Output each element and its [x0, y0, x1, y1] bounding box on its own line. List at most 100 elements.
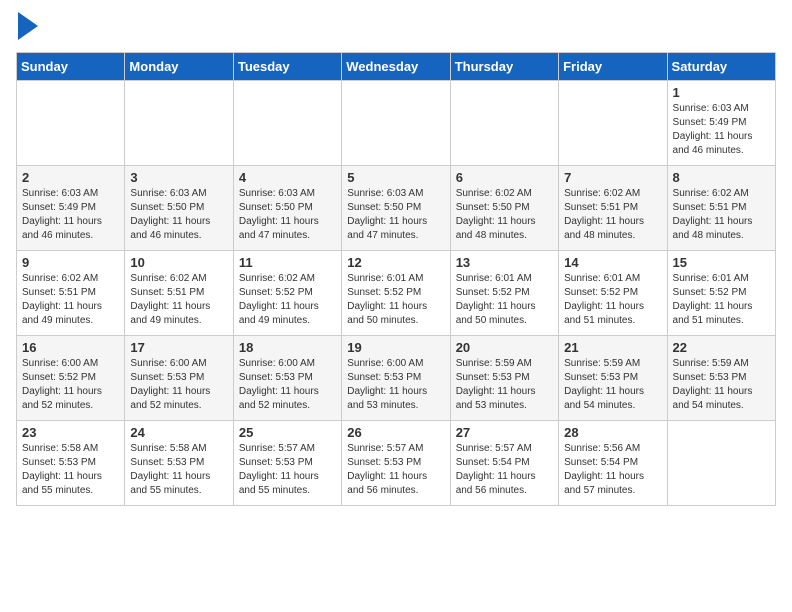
calendar-week-row: 9 Sunrise: 6:02 AM Sunset: 5:51 PM Daylig…	[17, 251, 776, 336]
calendar-cell: 2 Sunrise: 6:03 AM Sunset: 5:49 PM Daylig…	[17, 166, 125, 251]
day-number: 7	[564, 170, 661, 185]
day-number: 17	[130, 340, 227, 355]
day-info: Sunrise: 6:02 AM Sunset: 5:52 PM Dayligh…	[239, 272, 336, 328]
page-header	[16, 16, 776, 40]
day-number: 26	[347, 425, 444, 440]
calendar-cell: 27 Sunrise: 5:57 AM Sunset: 5:54 PM Dayli…	[450, 421, 558, 506]
day-number: 28	[564, 425, 661, 440]
calendar-cell: 18 Sunrise: 6:00 AM Sunset: 5:53 PM Dayli…	[233, 336, 341, 421]
day-info: Sunrise: 6:03 AM Sunset: 5:49 PM Dayligh…	[673, 102, 770, 158]
day-info: Sunrise: 5:57 AM Sunset: 5:54 PM Dayligh…	[456, 442, 553, 498]
day-info: Sunrise: 6:03 AM Sunset: 5:49 PM Dayligh…	[22, 187, 119, 243]
calendar-cell	[450, 81, 558, 166]
day-info: Sunrise: 5:57 AM Sunset: 5:53 PM Dayligh…	[347, 442, 444, 498]
day-number: 13	[456, 255, 553, 270]
day-info: Sunrise: 5:59 AM Sunset: 5:53 PM Dayligh…	[456, 357, 553, 413]
calendar-cell: 26 Sunrise: 5:57 AM Sunset: 5:53 PM Dayli…	[342, 421, 450, 506]
day-number: 5	[347, 170, 444, 185]
calendar-cell	[17, 81, 125, 166]
calendar-week-row: 2 Sunrise: 6:03 AM Sunset: 5:49 PM Daylig…	[17, 166, 776, 251]
calendar-week-row: 16Sunrise: 6:00 AM Sunset: 5:52 PM Dayli…	[17, 336, 776, 421]
day-number: 11	[239, 255, 336, 270]
logo	[16, 16, 38, 40]
day-info: Sunrise: 5:59 AM Sunset: 5:53 PM Dayligh…	[673, 357, 770, 413]
day-info: Sunrise: 5:58 AM Sunset: 5:53 PM Dayligh…	[22, 442, 119, 498]
calendar-cell: 9Sunrise: 6:02 AM Sunset: 5:51 PM Daylig…	[17, 251, 125, 336]
day-info: Sunrise: 6:01 AM Sunset: 5:52 PM Dayligh…	[456, 272, 553, 328]
calendar-cell: 4 Sunrise: 6:03 AM Sunset: 5:50 PM Daylig…	[233, 166, 341, 251]
calendar-cell: 6 Sunrise: 6:02 AM Sunset: 5:50 PM Daylig…	[450, 166, 558, 251]
day-info: Sunrise: 6:00 AM Sunset: 5:53 PM Dayligh…	[347, 357, 444, 413]
column-header-sunday: Sunday	[17, 53, 125, 81]
day-number: 12	[347, 255, 444, 270]
calendar-cell: 20 Sunrise: 5:59 AM Sunset: 5:53 PM Dayli…	[450, 336, 558, 421]
calendar-cell: 11 Sunrise: 6:02 AM Sunset: 5:52 PM Dayli…	[233, 251, 341, 336]
day-number: 8	[673, 170, 770, 185]
calendar-cell: 25 Sunrise: 5:57 AM Sunset: 5:53 PM Dayli…	[233, 421, 341, 506]
calendar-cell: 10Sunrise: 6:02 AM Sunset: 5:51 PM Dayli…	[125, 251, 233, 336]
day-info: Sunrise: 6:01 AM Sunset: 5:52 PM Dayligh…	[564, 272, 661, 328]
day-number: 9	[22, 255, 119, 270]
day-number: 15	[673, 255, 770, 270]
day-info: Sunrise: 5:57 AM Sunset: 5:53 PM Dayligh…	[239, 442, 336, 498]
day-number: 14	[564, 255, 661, 270]
column-header-wednesday: Wednesday	[342, 53, 450, 81]
calendar-cell: 8 Sunrise: 6:02 AM Sunset: 5:51 PM Daylig…	[667, 166, 775, 251]
day-info: Sunrise: 6:02 AM Sunset: 5:51 PM Dayligh…	[564, 187, 661, 243]
calendar-cell: 17 Sunrise: 6:00 AM Sunset: 5:53 PM Dayli…	[125, 336, 233, 421]
calendar-week-row: 23 Sunrise: 5:58 AM Sunset: 5:53 PM Dayli…	[17, 421, 776, 506]
day-info: Sunrise: 6:01 AM Sunset: 5:52 PM Dayligh…	[673, 272, 770, 328]
day-number: 2	[22, 170, 119, 185]
day-number: 4	[239, 170, 336, 185]
day-info: Sunrise: 6:03 AM Sunset: 5:50 PM Dayligh…	[130, 187, 227, 243]
day-info: Sunrise: 5:59 AM Sunset: 5:53 PM Dayligh…	[564, 357, 661, 413]
logo-icon	[18, 12, 38, 40]
day-info: Sunrise: 6:02 AM Sunset: 5:50 PM Dayligh…	[456, 187, 553, 243]
column-header-thursday: Thursday	[450, 53, 558, 81]
day-number: 21	[564, 340, 661, 355]
day-number: 24	[130, 425, 227, 440]
calendar-header-row: SundayMondayTuesdayWednesdayThursdayFrid…	[17, 53, 776, 81]
day-number: 27	[456, 425, 553, 440]
day-number: 22	[673, 340, 770, 355]
calendar-cell: 14 Sunrise: 6:01 AM Sunset: 5:52 PM Dayli…	[559, 251, 667, 336]
day-number: 1	[673, 85, 770, 100]
calendar-cell: 15 Sunrise: 6:01 AM Sunset: 5:52 PM Dayli…	[667, 251, 775, 336]
day-info: Sunrise: 6:03 AM Sunset: 5:50 PM Dayligh…	[347, 187, 444, 243]
calendar-cell: 13 Sunrise: 6:01 AM Sunset: 5:52 PM Dayli…	[450, 251, 558, 336]
calendar-cell: 23 Sunrise: 5:58 AM Sunset: 5:53 PM Dayli…	[17, 421, 125, 506]
calendar-cell	[233, 81, 341, 166]
column-header-tuesday: Tuesday	[233, 53, 341, 81]
calendar-cell	[667, 421, 775, 506]
day-info: Sunrise: 6:02 AM Sunset: 5:51 PM Dayligh…	[673, 187, 770, 243]
day-number: 19	[347, 340, 444, 355]
calendar-cell	[342, 81, 450, 166]
column-header-saturday: Saturday	[667, 53, 775, 81]
calendar-cell: 7 Sunrise: 6:02 AM Sunset: 5:51 PM Daylig…	[559, 166, 667, 251]
day-info: Sunrise: 6:01 AM Sunset: 5:52 PM Dayligh…	[347, 272, 444, 328]
calendar-cell: 24Sunrise: 5:58 AM Sunset: 5:53 PM Dayli…	[125, 421, 233, 506]
day-info: Sunrise: 6:00 AM Sunset: 5:53 PM Dayligh…	[130, 357, 227, 413]
calendar-cell: 22 Sunrise: 5:59 AM Sunset: 5:53 PM Dayli…	[667, 336, 775, 421]
day-number: 3	[130, 170, 227, 185]
calendar-cell	[559, 81, 667, 166]
day-info: Sunrise: 6:03 AM Sunset: 5:50 PM Dayligh…	[239, 187, 336, 243]
day-number: 25	[239, 425, 336, 440]
calendar-cell: 21 Sunrise: 5:59 AM Sunset: 5:53 PM Dayli…	[559, 336, 667, 421]
day-number: 20	[456, 340, 553, 355]
day-number: 23	[22, 425, 119, 440]
calendar-table: SundayMondayTuesdayWednesdayThursdayFrid…	[16, 52, 776, 506]
calendar-cell	[125, 81, 233, 166]
calendar-cell: 28 Sunrise: 5:56 AM Sunset: 5:54 PM Dayli…	[559, 421, 667, 506]
day-info: Sunrise: 5:56 AM Sunset: 5:54 PM Dayligh…	[564, 442, 661, 498]
column-header-friday: Friday	[559, 53, 667, 81]
day-info: Sunrise: 6:00 AM Sunset: 5:53 PM Dayligh…	[239, 357, 336, 413]
day-number: 6	[456, 170, 553, 185]
day-info: Sunrise: 6:02 AM Sunset: 5:51 PM Dayligh…	[130, 272, 227, 328]
day-number: 16	[22, 340, 119, 355]
calendar-cell: 12 Sunrise: 6:01 AM Sunset: 5:52 PM Dayli…	[342, 251, 450, 336]
calendar-cell: 5 Sunrise: 6:03 AM Sunset: 5:50 PM Daylig…	[342, 166, 450, 251]
calendar-week-row: 1 Sunrise: 6:03 AM Sunset: 5:49 PM Daylig…	[17, 81, 776, 166]
day-number: 18	[239, 340, 336, 355]
calendar-cell: 3 Sunrise: 6:03 AM Sunset: 5:50 PM Daylig…	[125, 166, 233, 251]
